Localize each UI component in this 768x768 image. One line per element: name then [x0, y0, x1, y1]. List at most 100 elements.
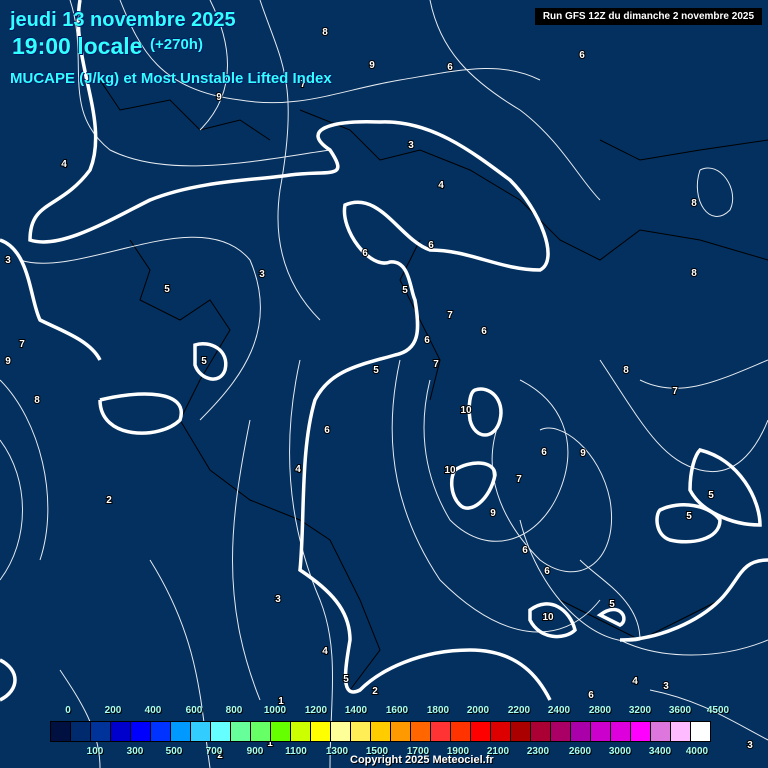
legend-label: 200	[104, 705, 122, 716]
legend-swatch	[591, 722, 611, 741]
contour-label: 8	[691, 268, 697, 279]
contour-label: 10	[460, 405, 472, 416]
forecast-date: jeudi 13 novembre 2025	[10, 9, 236, 31]
legend-swatch	[651, 722, 671, 741]
contour-label: 2	[106, 495, 112, 506]
contour-label: 7	[447, 310, 453, 321]
legend-label: 3400	[648, 746, 672, 757]
legend-label: 1400	[344, 705, 368, 716]
legend-label: 3000	[608, 746, 632, 757]
legend-swatch	[571, 722, 591, 741]
legend-label: 1300	[325, 746, 349, 757]
contour-label: 8	[34, 395, 40, 406]
legend-label: 100	[86, 746, 104, 757]
legend-label: 800	[225, 705, 243, 716]
legend-label: 4500	[706, 705, 730, 716]
contour-label: 6	[362, 248, 368, 259]
contour-label: 8	[691, 198, 697, 209]
contour-label: 6	[522, 545, 528, 556]
legend-label: 300	[126, 746, 144, 757]
legend-label: 3600	[668, 705, 692, 716]
legend-label: 400	[144, 705, 162, 716]
contour-label: 9	[580, 448, 586, 459]
legend-swatch	[391, 722, 411, 741]
legend-swatch	[71, 722, 91, 741]
legend-label: 3200	[628, 705, 652, 716]
legend-swatch	[91, 722, 111, 741]
contour-label: 5	[609, 599, 615, 610]
contour-label: 5	[686, 511, 692, 522]
contour-label: 6	[481, 326, 487, 337]
parameter-title: MUCAPE (J/kg) et Most Unstable Lifted In…	[10, 70, 332, 87]
legend-label: 2300	[526, 746, 550, 757]
legend-swatch	[351, 722, 371, 741]
legend-label: 2400	[547, 705, 571, 716]
legend-label: 2800	[588, 705, 612, 716]
legend-swatch	[491, 722, 511, 741]
legend-swatch	[371, 722, 391, 741]
contour-label: 3	[5, 255, 11, 266]
contour-label: 3	[259, 269, 265, 280]
legend-label: 1200	[304, 705, 328, 716]
contour-label: 5	[373, 365, 379, 376]
legend-swatch	[631, 722, 651, 741]
legend-label: 0	[65, 705, 71, 716]
coastlines	[99, 79, 768, 691]
legend-label: 1600	[385, 705, 409, 716]
legend-swatch	[291, 722, 311, 741]
contour-label: 4	[61, 159, 67, 170]
contour-label: 6	[447, 62, 453, 73]
legend-label: 500	[165, 746, 183, 757]
contour-label: 10	[444, 465, 456, 476]
contour-label: 4	[438, 180, 444, 191]
legend-swatch	[271, 722, 291, 741]
legend-swatch	[131, 722, 151, 741]
weather-map: 89 667943486635 58577656798108796610976455…	[0, 0, 768, 768]
legend-label: 2000	[466, 705, 490, 716]
contour-label: 3	[663, 681, 669, 692]
contour-label: 6	[424, 335, 430, 346]
legend-swatch	[431, 722, 451, 741]
contour-label: 6	[579, 50, 585, 61]
contour-label: 6	[588, 690, 594, 701]
thick-contours	[0, 0, 768, 702]
contour-label: 6	[541, 447, 547, 458]
contour-label: 4	[322, 646, 328, 657]
contour-label: 3	[408, 140, 414, 151]
contour-label: 6	[324, 425, 330, 436]
legend-label: 4000	[685, 746, 709, 757]
forecast-time: 19:00 locale	[12, 33, 143, 59]
legend-swatch	[451, 722, 471, 741]
legend-label: 600	[185, 705, 203, 716]
contour-label: 5	[343, 674, 349, 685]
contour-label: 3	[275, 594, 281, 605]
legend-swatch	[471, 722, 491, 741]
legend-swatch	[411, 722, 431, 741]
color-legend	[50, 721, 711, 742]
contour-label: 6	[544, 566, 550, 577]
contour-label: 4	[295, 464, 301, 475]
legend-label: 1800	[426, 705, 450, 716]
legend-swatch	[191, 722, 211, 741]
contour-label: 7	[433, 359, 439, 370]
contour-label: 4	[632, 676, 638, 687]
contour-label: 9	[490, 508, 496, 519]
contour-label: 7	[672, 386, 678, 397]
legend-swatch	[251, 722, 271, 741]
contour-label: 5	[201, 356, 207, 367]
legend-label: 900	[246, 746, 264, 757]
legend-swatch	[51, 722, 71, 741]
contour-label: 5	[708, 490, 714, 501]
legend-label: 1000	[263, 705, 287, 716]
contour-label: 2	[372, 686, 378, 697]
contour-label: 10	[542, 612, 554, 623]
legend-swatch	[551, 722, 571, 741]
legend-swatch	[231, 722, 251, 741]
legend-swatch	[151, 722, 171, 741]
copyright: Copyright 2025 Meteociel.fr	[350, 754, 494, 766]
legend-swatch	[531, 722, 551, 741]
contour-label: 5	[402, 285, 408, 296]
legend-swatch	[311, 722, 331, 741]
legend-label: 1100	[285, 746, 307, 757]
legend-label: 2600	[568, 746, 592, 757]
